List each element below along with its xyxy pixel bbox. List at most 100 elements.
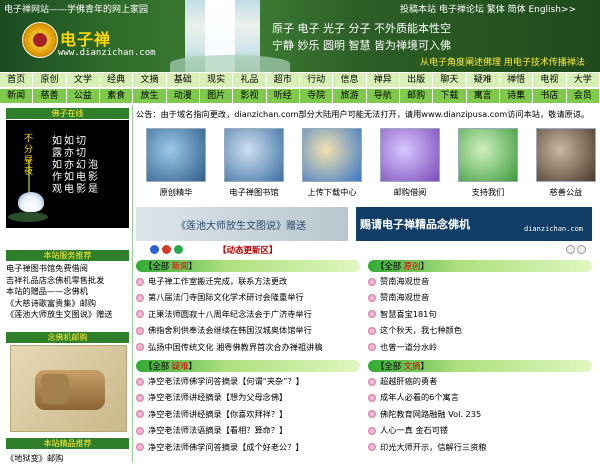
nav-row1-item[interactable]: 疑难 [467, 73, 500, 87]
news-item[interactable]: 赞南海观世音 [368, 273, 462, 289]
nav-row1-item[interactable]: 经典 [100, 73, 134, 87]
news-section: 【全部 疑难】 净空老法师佛学问答摘录【何谓“夹杂”？】 净空老法师讲经摘录【想为父… [136, 360, 360, 458]
logo-text[interactable]: 电子禅 [60, 26, 111, 50]
feature-tile[interactable]: 原创精华 [138, 124, 214, 204]
section-header: 【全部 文摘】 [368, 360, 592, 372]
news-item[interactable]: 赞南海观世音 [368, 289, 462, 305]
service-list: 电子禅图书馆免费借阅 吉祥礼品店念佛机零售批发 本站的赠品——念佛机 《大慈诗歌富贵集… [6, 263, 129, 321]
nav-row1-item[interactable]: 超市 [267, 73, 300, 87]
nav-row1-item[interactable]: 出版 [400, 73, 434, 87]
nav-row2-item[interactable]: 素食 [100, 89, 134, 103]
section-label-tag: 新闻 [171, 261, 189, 271]
news-item[interactable]: 印光大师开示，信解行三资粮 [368, 439, 486, 455]
nav-row2-item[interactable]: 诗集 [500, 89, 534, 103]
section-label-suffix: 】 [420, 261, 429, 271]
nav-row1-item[interactable]: 基础 [167, 73, 200, 87]
feature-tile[interactable]: 支持我们 [450, 124, 526, 204]
feature-tile-label: 慈善公益 [549, 187, 583, 197]
feature-tile-label: 电子禅图书馆 [229, 187, 279, 197]
nav-row2-item[interactable]: 邮购 [400, 89, 434, 103]
news-item[interactable]: 净空老法师法语摘录【看相？算命？】 [136, 422, 304, 438]
nav-row2-item[interactable]: 影视 [233, 89, 267, 103]
top-links[interactable]: 投稿本站 电子禅论坛 繁体 简体 English>> [400, 2, 576, 15]
chanting-machine-banner[interactable]: 赐请电子禅精品念佛机 dianzichan.com [356, 207, 592, 241]
arrow-left-icon[interactable] [566, 245, 575, 254]
feature-tile[interactable]: 上传下载中心 [294, 124, 370, 204]
nav-row2-item[interactable]: 公益 [67, 89, 100, 103]
nav-row2-item[interactable]: 慈善 [33, 89, 67, 103]
feature-tile-image [458, 128, 518, 182]
nav-row2-item[interactable]: 旅游 [333, 89, 367, 103]
news-item-text: 人心一真 金石可镂 [380, 425, 449, 436]
nav-row2-item[interactable]: 放生 [133, 89, 167, 103]
chanting-machine-image[interactable] [10, 345, 127, 432]
release-book-banner[interactable]: 《莲池大师放生文图说》赠送 [136, 207, 348, 241]
news-item[interactable]: 人心一真 金石可镂 [368, 422, 486, 438]
feature-tile[interactable]: 电子禅图书馆 [216, 124, 292, 204]
news-item[interactable]: 这个秋天，我七种颜色 [368, 322, 462, 338]
news-item[interactable]: 净空老法师讲经摘录【你喜欢拜祥？】 [136, 406, 304, 422]
nav-row1-item[interactable]: 电视 [533, 73, 567, 87]
nav-row1-item[interactable]: 信息 [333, 73, 367, 87]
news-item[interactable]: 第八届法门寺国际文化学术研讨会隆重举行 [136, 289, 323, 305]
news-item-text: 成年人必看的6个寓言 [380, 392, 459, 403]
nav-row2-item[interactable]: 导航 [367, 89, 400, 103]
feature-tile[interactable]: 慈善公益 [528, 124, 600, 204]
lotus-bullet-icon [368, 393, 376, 402]
news-item[interactable]: 智慧喜宝181句 [368, 306, 462, 322]
lotus-bullet-icon [368, 277, 376, 286]
nav-row1-item[interactable]: 禅异 [367, 73, 400, 87]
feature-tile[interactable]: 邮购借阅 [372, 124, 448, 204]
nav-row1-item[interactable]: 礼品 [233, 73, 267, 87]
service-link[interactable]: 吉祥礼品店念佛机零售批发 [6, 275, 129, 287]
news-item-text: 赞南海观世音 [380, 276, 430, 286]
nav-row1-item[interactable]: 大学 [567, 73, 600, 87]
nav-row1-item[interactable]: 文摘 [133, 73, 167, 87]
section-label[interactable]: 【全部 疑难】 [144, 360, 197, 372]
news-item[interactable]: 净空老法师佛学问答摘录【何谓“夹杂”？】 [136, 373, 304, 389]
nav-row1-item[interactable]: 原创 [33, 73, 67, 87]
lotus-logo-icon[interactable] [22, 22, 58, 58]
nav-row2-item[interactable]: 书店 [533, 89, 567, 103]
service-link[interactable]: 《莲池大师放生文图说》赠送 [6, 309, 129, 321]
section-label-prefix: 【全部 [144, 261, 170, 271]
service-link[interactable]: 《大慈诗歌富贵集》邮购 [6, 298, 129, 310]
news-item[interactable]: 弘扬中国传统文化 湘粤佛教界首次合办禅祖讲稿 [136, 339, 323, 355]
nav-row1-item[interactable]: 禅悟 [500, 73, 534, 87]
section-label[interactable]: 【全部 文摘】 [376, 360, 429, 372]
news-item[interactable]: 净空老法师讲经摘录【想为父母念佛】 [136, 389, 304, 405]
news-item[interactable]: 净空老法师佛学问答摘录【成个好老公？】 [136, 439, 304, 455]
featured-link[interactable]: 《地狱变》邮购 [6, 452, 129, 464]
nav-row1-item[interactable]: 文学 [67, 73, 100, 87]
nav-row2-item[interactable]: 下载 [433, 89, 467, 103]
service-link[interactable]: 本站的赠品——念佛机 [6, 286, 129, 298]
service-link[interactable]: 电子禅图书馆免费借阅 [6, 263, 129, 275]
nav-row1-item[interactable]: 首页 [0, 73, 34, 87]
news-item-text: 智慧喜宝181句 [380, 308, 437, 319]
nav-row2-item[interactable]: 新闻 [0, 89, 34, 103]
nav-row2-item[interactable]: 图片 [200, 89, 234, 103]
news-item[interactable]: 佛指舍利供奉法会继续在韩国汉城奥体馆举行 [136, 322, 323, 338]
news-item[interactable]: 正果法师圆寂十八周年纪念法会于广济寺举行 [136, 306, 323, 322]
nav-row1-item[interactable]: 聊天 [433, 73, 467, 87]
arrow-right-icon[interactable] [577, 245, 586, 254]
section-label[interactable]: 【全部 原创】 [376, 260, 429, 272]
news-item[interactable]: 也曾一道分水岭 [368, 339, 462, 355]
nav-row2-item[interactable]: 寺院 [300, 89, 334, 103]
lotus-bullet-icon [136, 377, 144, 386]
section-label[interactable]: 【全部 新闻】 [144, 260, 197, 272]
nav-row1-item[interactable]: 现实 [200, 73, 234, 87]
nav-row2-item[interactable]: 听经 [267, 89, 300, 103]
news-item[interactable]: 成年人必看的6个寓言 [368, 389, 486, 405]
poem-vertical-text: 不分昼夜 [24, 134, 34, 177]
news-item[interactable]: 超越肝癌的勇者 [368, 373, 486, 389]
section-header: 【全部 原创】 [368, 260, 592, 272]
nav-row1-item[interactable]: 行动 [300, 73, 334, 87]
news-item[interactable]: 电子禅工作室搬迁完成，联系方法更改 [136, 273, 323, 289]
lotus-bullet-icon [368, 410, 376, 419]
nav-row2-item[interactable]: 寓言 [467, 89, 500, 103]
nav-row2-item[interactable]: 会员 [567, 89, 600, 103]
news-item[interactable]: 佛陀教育网路融融 Vol. 235 [368, 406, 486, 422]
news-item-text: 弘扬中国传统文化 湘粤佛教界首次合办禅祖讲稿 [148, 341, 323, 352]
nav-row2-item[interactable]: 动漫 [167, 89, 200, 103]
